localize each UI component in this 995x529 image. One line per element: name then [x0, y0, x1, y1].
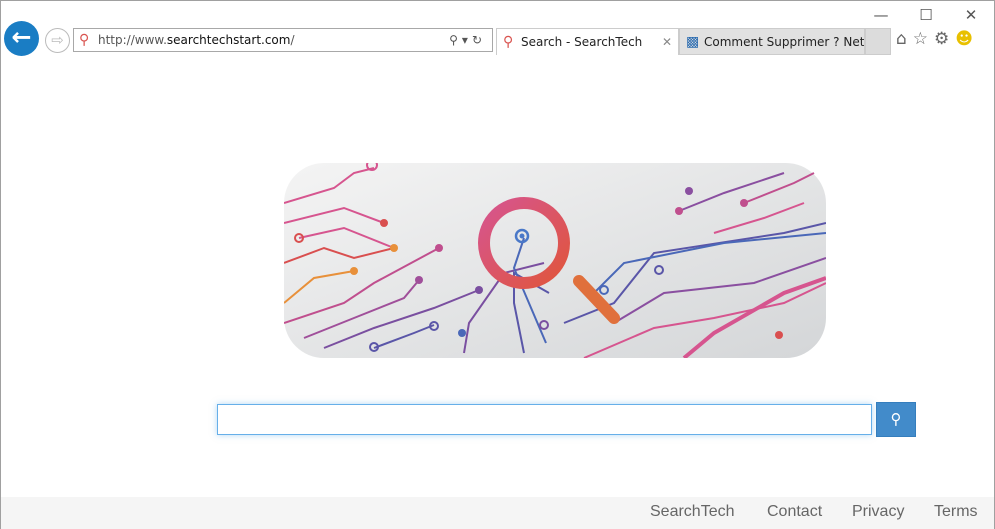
forward-button[interactable]: ⇨: [45, 28, 70, 53]
tab-searchtech[interactable]: ⚲ Search - SearchTech ✕: [496, 28, 679, 55]
feedback-smiley-icon[interactable]: ☻: [955, 29, 979, 49]
maximize-button[interactable]: ☐: [911, 5, 941, 25]
searchtech-logo: [284, 163, 826, 358]
browser-titlebar: — ☐ ✕ ← ⇨ ⚲ http://www.searchtechstart.c…: [1, 1, 994, 56]
address-tools[interactable]: ⚲▾↻: [449, 29, 486, 51]
back-button[interactable]: ←: [4, 21, 39, 56]
refresh-icon: ↻: [471, 33, 486, 47]
tab-title: Comment Supprimer ? Net...: [704, 35, 865, 49]
dropdown-icon: ▾: [461, 33, 472, 47]
minimize-button[interactable]: —: [866, 5, 896, 25]
settings-gear-icon[interactable]: ⚙: [934, 29, 955, 49]
footer-link-searchtech[interactable]: SearchTech: [650, 503, 735, 521]
search-icon: ⚲: [503, 34, 514, 50]
close-tab-icon[interactable]: ✕: [662, 29, 672, 55]
search-input[interactable]: [217, 404, 872, 435]
search-button[interactable]: ⚲: [876, 402, 916, 437]
footer-link-terms[interactable]: Terms: [934, 503, 978, 521]
url-text: http://www.searchtechstart.com/: [98, 33, 295, 47]
recycle-bin-icon: ▩: [686, 34, 700, 50]
new-tab-button[interactable]: [865, 28, 891, 55]
search-icon: ⚲: [79, 32, 90, 48]
footer-link-contact[interactable]: Contact: [767, 503, 822, 521]
search-icon: ⚲: [890, 410, 902, 428]
footer-link-privacy[interactable]: Privacy: [852, 503, 904, 521]
toolbar-icons: ⌂☆⚙☻: [896, 29, 979, 49]
favorites-star-icon[interactable]: ☆: [913, 29, 934, 49]
search-icon: ⚲: [449, 33, 462, 47]
tab-title: Search - SearchTech: [521, 35, 643, 49]
footer: SearchTech Contact Privacy Terms: [1, 497, 994, 529]
home-icon[interactable]: ⌂: [896, 29, 913, 49]
tab-comment-supprimer[interactable]: ▩ Comment Supprimer ? Net...: [679, 28, 865, 55]
address-bar[interactable]: ⚲ http://www.searchtechstart.com/ ⚲▾↻: [73, 28, 493, 52]
close-window-button[interactable]: ✕: [956, 5, 986, 25]
